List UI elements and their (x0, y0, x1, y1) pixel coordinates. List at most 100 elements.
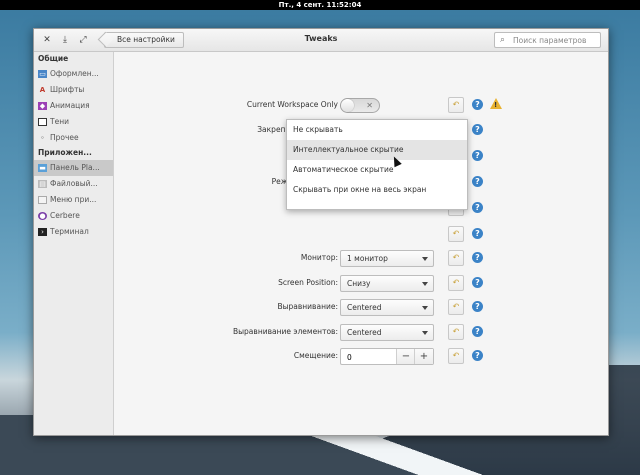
monitor-label: Монитор: (300, 253, 338, 262)
help-icon[interactable]: ? (472, 326, 483, 337)
header-bar: ✕ ⤓ ⤢ Все настройки Tweaks ⌕ (34, 29, 608, 52)
reset-icon[interactable]: ↶ (448, 299, 464, 315)
offset-plus-button[interactable]: + (414, 349, 433, 364)
hide-mode-option-none[interactable]: Не скрывать (287, 120, 467, 140)
row-monitor: Монитор: 1 монитор ↶ ? (114, 250, 608, 267)
sidebar-item-label: Тени (50, 117, 69, 126)
monitor-combo[interactable]: 1 монитор (340, 250, 434, 267)
help-icon[interactable]: ? (472, 176, 483, 187)
settings-panel: Current Workspace Only ✕ ↶ ? ! Закрепить… (114, 52, 608, 435)
sidebar-item-shadows[interactable]: Тени (34, 114, 113, 130)
sidebar-item-label: Cerbere (50, 211, 80, 220)
reset-icon[interactable]: ↶ (448, 348, 464, 364)
shadows-icon (38, 118, 47, 126)
animation-icon: ◆ (38, 102, 47, 110)
appearance-icon: ▭ (38, 70, 47, 78)
switch-knob (341, 99, 354, 112)
sidebar-item-label: Меню при... (50, 195, 97, 204)
hide-mode-option-intellihide[interactable]: Интеллектуальное скрытие (287, 140, 467, 160)
sidebar-item-label: Прочее (50, 133, 79, 142)
search-input[interactable] (511, 34, 599, 47)
row-alignment: Выравнивание: Centered ↶ ? (114, 299, 608, 316)
items-alignment-combo[interactable]: Centered (340, 324, 434, 341)
back-button[interactable]: Все настройки (104, 32, 184, 48)
offset-spinner: − + (340, 348, 434, 365)
offset-minus-button[interactable]: − (396, 349, 415, 364)
sidebar-section-general: Общие (38, 54, 69, 63)
alignment-combo[interactable]: Centered (340, 299, 434, 316)
sidebar-item-label: Оформлен... (50, 69, 99, 78)
sidebar-item-animation[interactable]: ◆ Анимация (34, 98, 113, 114)
sidebar-item-app-menu[interactable]: Меню при... (34, 192, 113, 208)
help-icon[interactable]: ? (472, 202, 483, 213)
sidebar-item-label: Панель Pla... (50, 163, 100, 172)
sidebar-item-cerbere[interactable]: ● Cerbere (34, 208, 113, 224)
row-offset: Смещение: − + ↶ ? (114, 348, 608, 365)
cerbere-icon: ● (38, 212, 47, 220)
help-icon[interactable]: ? (472, 99, 483, 110)
search-box[interactable]: ⌕ (494, 32, 601, 48)
sidebar-item-label: Анимация (50, 101, 90, 110)
offset-input[interactable] (345, 350, 395, 364)
minimize-icon[interactable]: ⤓ (58, 33, 72, 47)
help-icon[interactable]: ? (472, 301, 483, 312)
sidebar-item-appearance[interactable]: ▭ Оформлен... (34, 66, 113, 82)
fonts-icon: A (39, 86, 46, 94)
sidebar-item-label: Терминал (50, 227, 89, 236)
chevron-down-icon (422, 306, 428, 310)
reset-icon[interactable]: ↶ (448, 250, 464, 266)
row-hidden: ↶ ? (114, 226, 608, 242)
search-icon: ⌕ (500, 35, 506, 45)
tweaks-window: ✕ ⤓ ⤢ Все настройки Tweaks ⌕ Общие ▭ Офо… (33, 28, 609, 436)
monitor-value: 1 монитор (347, 254, 388, 263)
sidebar-item-label: Файловый... (50, 179, 98, 188)
help-icon[interactable]: ? (472, 350, 483, 361)
help-icon[interactable]: ? (472, 228, 483, 239)
help-icon[interactable]: ? (472, 124, 483, 135)
screen-position-label: Screen Position: (278, 278, 338, 287)
items-alignment-value: Centered (347, 328, 382, 337)
sidebar-item-label: Шрифты (50, 85, 85, 94)
warning-icon: ! (490, 98, 502, 109)
hide-mode-option-fullscreen[interactable]: Скрывать при окне на весь экран (287, 180, 467, 200)
reset-icon[interactable]: ↶ (448, 324, 464, 340)
plank-icon: ▬ (38, 164, 47, 172)
reset-icon[interactable]: ↶ (448, 97, 464, 113)
row-items-alignment: Выравнивание элементов: Centered ↶ ? (114, 324, 608, 341)
sidebar-item-terminal[interactable]: › Терминал (34, 224, 113, 240)
sidebar-item-files[interactable]: ▤ Файловый... (34, 176, 113, 192)
top-panel: Пт., 4 сент. 11:52:04 (0, 0, 640, 10)
chevron-down-icon (422, 257, 428, 261)
misc-icon: ⚬ (39, 134, 46, 142)
screen-position-combo[interactable]: Снизу (340, 275, 434, 292)
help-icon[interactable]: ? (472, 150, 483, 161)
screen-position-value: Снизу (347, 279, 371, 288)
hide-mode-option-autohide[interactable]: Автоматическое скрытие (287, 160, 467, 180)
back-button-label: Все настройки (117, 35, 175, 44)
current-workspace-label: Current Workspace Only (246, 100, 338, 109)
sidebar-item-misc[interactable]: ⚬ Прочее (34, 130, 113, 146)
reset-icon[interactable]: ↶ (448, 275, 464, 291)
row-current-workspace: Current Workspace Only ✕ ↶ ? ! (114, 97, 608, 113)
switch-off-icon: ✕ (366, 101, 373, 110)
panel-clock[interactable]: Пт., 4 сент. 11:52:04 (279, 1, 362, 9)
terminal-icon: › (38, 228, 47, 236)
hide-mode-dropdown: Не скрывать Интеллектуальное скрытие Авт… (286, 119, 468, 210)
chevron-down-icon (422, 331, 428, 335)
close-icon[interactable]: ✕ (40, 33, 54, 47)
help-icon[interactable]: ? (472, 252, 483, 263)
row-screen-position: Screen Position: Снизу ↶ ? (114, 275, 608, 292)
reset-icon[interactable]: ↶ (448, 226, 464, 242)
sidebar: Общие ▭ Оформлен... A Шрифты ◆ Анимация … (34, 52, 114, 435)
current-workspace-switch[interactable]: ✕ (340, 98, 380, 113)
help-icon[interactable]: ? (472, 277, 483, 288)
sidebar-section-apps: Приложен... (38, 148, 92, 157)
chevron-down-icon (422, 282, 428, 286)
alignment-label: Выравнивание: (277, 302, 338, 311)
alignment-value: Centered (347, 303, 382, 312)
offset-label: Смещение: (293, 351, 338, 360)
app-menu-icon (38, 196, 47, 204)
maximize-icon[interactable]: ⤢ (76, 33, 90, 47)
sidebar-item-plank[interactable]: ▬ Панель Pla... (34, 160, 113, 176)
sidebar-item-fonts[interactable]: A Шрифты (34, 82, 113, 98)
